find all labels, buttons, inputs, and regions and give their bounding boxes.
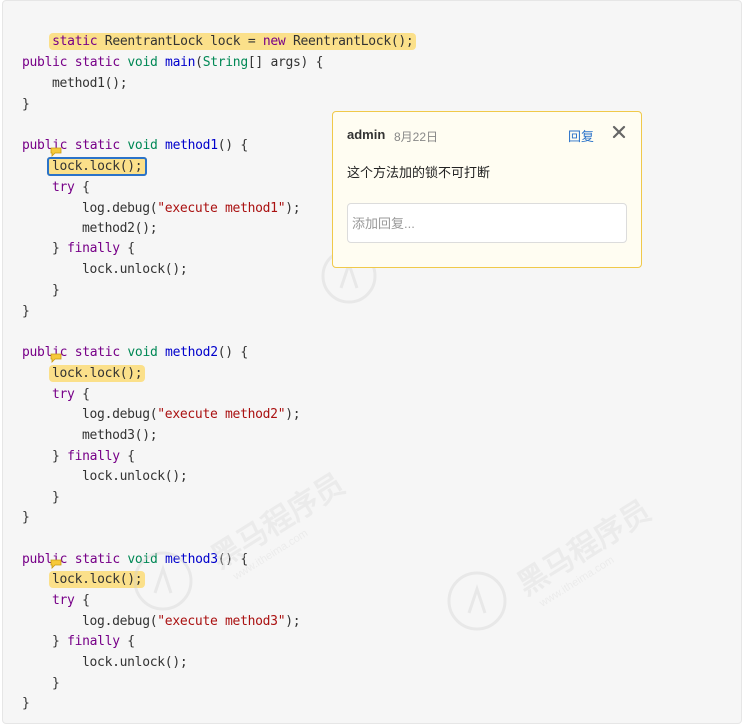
code-text: }: [52, 634, 68, 649]
keyword: new: [262, 34, 286, 49]
reply-button[interactable]: 回复: [568, 126, 594, 145]
code-line: log.debug("execute method1");: [82, 199, 301, 219]
reply-input[interactable]: [347, 203, 627, 243]
code-line: lock.unlock();: [82, 262, 188, 277]
code-line: }: [22, 696, 30, 711]
function-name: method2: [165, 345, 218, 360]
code-text: {: [74, 593, 90, 608]
comment-marker-icon[interactable]: [50, 147, 62, 157]
watermark: 黑马程序员 www.itheima.com: [133, 467, 351, 611]
code-text: {: [119, 241, 135, 256]
code-line: static ReentrantLock lock = new Reentran…: [22, 12, 417, 50]
string-literal: "execute method1": [157, 201, 286, 216]
comment-marker-icon[interactable]: [50, 353, 62, 363]
keyword: public: [22, 55, 68, 70]
code-text: (: [195, 55, 203, 70]
code-text: );: [285, 201, 301, 216]
code-line: lock.unlock();: [82, 655, 188, 670]
code-line: }: [22, 510, 30, 525]
code-text: }: [52, 241, 68, 256]
keyword: static: [74, 138, 120, 153]
code-text: {: [74, 387, 90, 402]
code-line: try {: [52, 385, 90, 405]
comment-date: 8月22日: [394, 130, 439, 144]
code-line: } finally {: [52, 239, 135, 259]
code-line: method2();: [82, 221, 158, 236]
code-text: );: [285, 407, 301, 422]
keyword: try: [52, 180, 75, 195]
code-text: lock =: [202, 34, 263, 49]
code-line: lock.lock();: [47, 157, 148, 177]
svg-text:黑马程序员: 黑马程序员: [512, 494, 657, 602]
highlighted-code[interactable]: lock.lock();: [49, 365, 146, 382]
code-line: try {: [52, 178, 90, 198]
code-text: }: [52, 449, 68, 464]
function-name: method1: [165, 138, 218, 153]
code-line: lock.lock();: [49, 364, 146, 384]
keyword: finally: [67, 241, 120, 256]
highlighted-code[interactable]: static ReentrantLock lock = new Reentran…: [49, 33, 417, 50]
code-block: static ReentrantLock lock = new Reentran…: [2, 0, 742, 724]
keyword: finally: [67, 449, 120, 464]
keyword: static: [52, 34, 105, 49]
comment-popover: admin 8月22日 回复 这个方法加的锁不可打断: [332, 111, 642, 268]
comment-author: admin: [347, 127, 386, 142]
type: String: [202, 55, 248, 70]
keyword: static: [74, 345, 120, 360]
keyword: static: [74, 55, 120, 70]
code-line: } finally {: [52, 632, 135, 652]
code-text: [] args) {: [247, 55, 324, 70]
type: void: [127, 345, 158, 360]
code-line: }: [22, 304, 30, 319]
code-text: () {: [217, 138, 248, 153]
active-highlighted-code[interactable]: lock.lock();: [47, 157, 148, 176]
keyword: try: [52, 593, 75, 608]
code-line: method1();: [52, 76, 128, 91]
keyword: try: [52, 387, 75, 402]
keyword: static: [74, 552, 120, 567]
code-text: ReentrantLock: [104, 34, 203, 49]
code-line: }: [52, 676, 60, 691]
string-literal: "execute method2": [157, 407, 286, 422]
function-name: main: [165, 55, 196, 70]
code-text: log.debug(: [82, 201, 158, 216]
code-text: {: [74, 180, 90, 195]
code-line: }: [52, 283, 60, 298]
close-icon[interactable]: [611, 124, 627, 140]
code-line: log.debug("execute method2");: [82, 405, 301, 425]
comment-text: 这个方法加的锁不可打断: [347, 165, 491, 180]
code-line: public static void main(String[] args) {: [22, 53, 323, 73]
comment-marker-icon[interactable]: [50, 559, 62, 569]
code-line: }: [22, 97, 30, 112]
code-text: ReentrantLock();: [285, 34, 414, 49]
type: void: [127, 55, 158, 70]
code-text: log.debug(: [82, 407, 158, 422]
code-text: () {: [217, 345, 248, 360]
code-line: }: [52, 490, 60, 505]
type: void: [127, 138, 158, 153]
code-line: try {: [52, 591, 90, 611]
svg-text:黑马程序员: 黑马程序员: [205, 467, 350, 575]
code-text: {: [119, 634, 135, 649]
watermark: 黑马程序员 www.itheima.com: [447, 494, 657, 631]
keyword: finally: [67, 634, 120, 649]
